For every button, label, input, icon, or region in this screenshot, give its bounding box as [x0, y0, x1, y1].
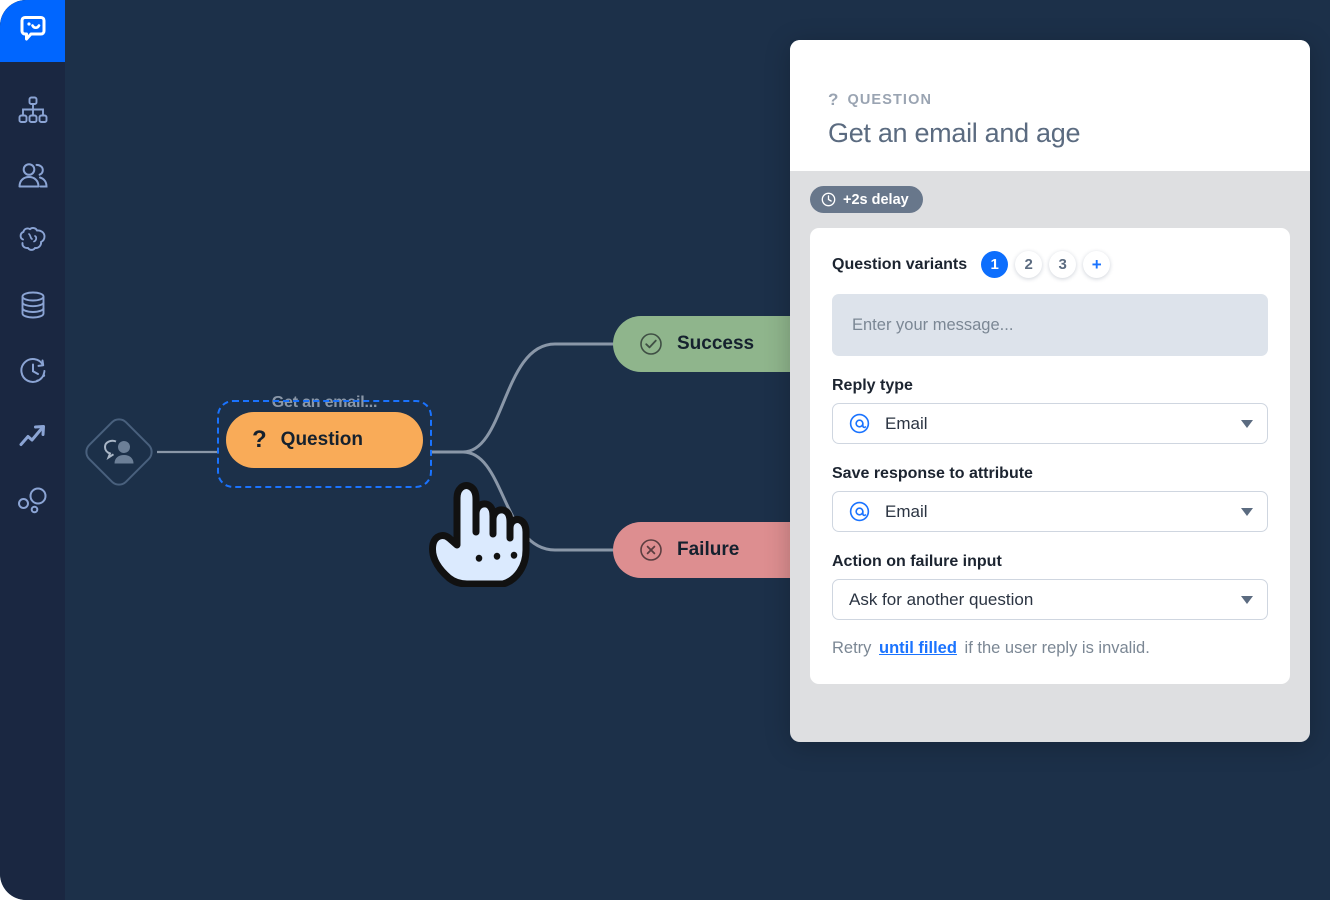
flow-tree-icon [18, 95, 48, 125]
sidebar-item-ai[interactable] [0, 213, 65, 265]
delay-chip[interactable]: +2s delay [810, 186, 923, 213]
users-icon [17, 161, 49, 191]
retry-condition-link[interactable]: until filled [876, 639, 960, 657]
clock-icon [821, 192, 836, 207]
variant-tab-2[interactable]: 2 [1015, 251, 1043, 278]
question-variants-label: Question variants [832, 255, 968, 273]
reply-type-label: Reply type [832, 377, 913, 394]
failure-node-label: Failure [677, 539, 740, 560]
question-mark-icon: ? [252, 426, 267, 453]
variant-tab-1[interactable]: 1 [981, 251, 1009, 278]
reply-type-select[interactable]: Email [832, 403, 1268, 444]
question-settings-panel: ? QUESTION Get an email and age +2s dela… [790, 40, 1310, 742]
chevron-down-icon [1241, 419, 1253, 428]
panel-header: ? QUESTION Get an email and age [790, 40, 1310, 171]
variant-tab-3[interactable]: 3 [1049, 251, 1077, 278]
save-attribute-label: Save response to attribute [832, 465, 1033, 482]
sidebar-item-analytics[interactable] [0, 410, 65, 462]
retry-prefix: Retry [832, 639, 872, 657]
panel-kicker-label: QUESTION [847, 92, 933, 108]
start-node[interactable] [80, 413, 158, 491]
chevron-down-icon [1241, 595, 1253, 604]
message-input[interactable]: Enter your message... [832, 294, 1268, 356]
chat-user-icon [83, 416, 155, 488]
at-sign-icon [849, 501, 870, 522]
failure-action-label: Action on failure input [832, 553, 1002, 570]
sidebar-item-flows[interactable] [0, 84, 65, 136]
brain-icon [17, 225, 49, 253]
question-config-card: Question variants 1 2 3 + Enter your mes… [810, 228, 1290, 684]
app-root: Get an email... ? Question Success Failu… [0, 0, 1330, 900]
history-clock-icon [18, 356, 48, 386]
x-circle-icon [639, 538, 663, 562]
save-attribute-select[interactable]: Email [832, 491, 1268, 532]
question-node[interactable]: ? Question [226, 412, 423, 468]
sidebar-item-integrations[interactable] [0, 474, 65, 526]
at-sign-icon [849, 413, 870, 434]
left-sidebar [0, 0, 65, 900]
sidebar-item-history[interactable] [0, 345, 65, 397]
chevron-down-icon [1241, 507, 1253, 516]
sidebar-item-users[interactable] [0, 150, 65, 202]
question-mark-icon: ? [828, 90, 840, 109]
retry-policy-text: Retry until filled if the user reply is … [832, 639, 1268, 658]
sidebar-item-data[interactable] [0, 279, 65, 331]
panel-body: +2s delay Question variants 1 2 3 + Ente… [790, 171, 1310, 684]
database-icon [18, 290, 48, 320]
app-logo[interactable] [0, 0, 65, 62]
success-node-label: Success [677, 333, 755, 354]
app-window: Get an email... ? Question Success Failu… [0, 0, 1330, 900]
question-node-label: Question [280, 429, 364, 450]
panel-kicker: ? QUESTION [828, 90, 1272, 110]
integrations-bubbles-icon [17, 485, 49, 515]
save-attribute-value: Email [885, 501, 928, 521]
check-circle-icon [639, 332, 663, 356]
delay-chip-label: +2s delay [843, 191, 909, 208]
failure-action-value: Ask for another question [849, 589, 1034, 609]
question-variants-row: Question variants 1 2 3 + [832, 251, 1268, 278]
page-title: Get an email and age [828, 118, 1081, 148]
add-variant-button[interactable]: + [1083, 251, 1111, 278]
retry-suffix: if the user reply is invalid. [964, 639, 1150, 657]
analytics-trend-icon [18, 422, 48, 450]
reply-type-value: Email [885, 413, 928, 433]
failure-action-select[interactable]: Ask for another question [832, 579, 1268, 620]
chatbot-logo-icon [16, 12, 50, 51]
